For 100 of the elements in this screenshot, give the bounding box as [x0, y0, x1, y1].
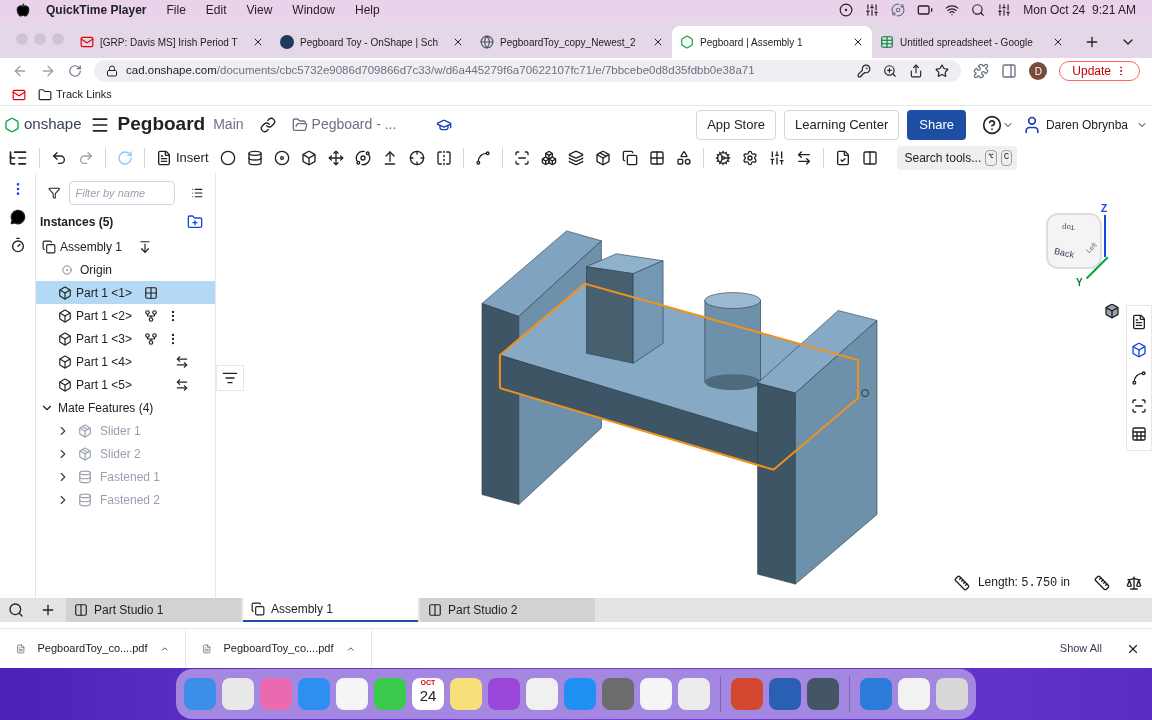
document-tab[interactable]: Part Studio 2: [420, 598, 595, 622]
copy-icon[interactable]: [621, 150, 638, 166]
key-icon[interactable]: [857, 64, 872, 78]
part-studio-icon: [74, 603, 88, 617]
comment-icon[interactable]: [9, 209, 26, 225]
curve-icon[interactable]: [474, 150, 491, 166]
wifi-icon[interactable]: [945, 2, 960, 17]
mates-group-row[interactable]: Mate Features (4): [36, 396, 215, 419]
box-icon[interactable]: [300, 150, 317, 166]
folder-link[interactable]: Pegboard - ...: [291, 114, 397, 135]
instance-row[interactable]: Part 1 <3>: [36, 327, 215, 350]
feature-list-icon[interactable]: [8, 148, 28, 168]
tape-measure-icon[interactable]: [1094, 574, 1110, 591]
app-name[interactable]: QuickTime Player: [46, 0, 147, 19]
header-button[interactable]: App Store: [696, 109, 776, 140]
shapes-icon[interactable]: [675, 150, 692, 166]
assembly-icon: [251, 602, 265, 616]
reload-icon[interactable]: [68, 64, 82, 78]
control-center-icon[interactable]: [997, 2, 1012, 17]
close-icon[interactable]: [1052, 36, 1064, 48]
extension-icon[interactable]: [973, 63, 990, 79]
address-bar[interactable]: cad.onshape.com/documents/cbc5732e9086d709866d7c33/w/d6a445279f6a70622107fc71/e/7bbcebe0d8d35fdbb0e38a71: [94, 60, 962, 82]
side-panel-icon[interactable]: [1001, 63, 1018, 79]
filter-icon[interactable]: [48, 185, 61, 201]
share-icon[interactable]: [909, 64, 924, 78]
sliders-icon[interactable]: [768, 150, 785, 166]
panel-toggle[interactable]: [216, 365, 244, 391]
instance-label: Part 1 <1>: [76, 284, 133, 302]
file-check-icon[interactable]: [834, 150, 851, 166]
clock[interactable]: Mon Oct 24 9:21 AM: [1023, 0, 1136, 19]
browser-tab[interactable]: [GRP: Davis MS] Irish Period T: [72, 26, 272, 58]
new-tab-icon[interactable]: [1084, 34, 1100, 50]
menu-item[interactable]: View: [246, 0, 273, 19]
scale-icon[interactable]: [1126, 574, 1142, 591]
crosshair-icon[interactable]: [408, 150, 425, 166]
flip-icon[interactable]: [435, 150, 452, 166]
arrows-icon[interactable]: [795, 150, 812, 166]
bookmark-star-icon[interactable]: [935, 64, 950, 78]
instance-row[interactable]: Part 1 <5>: [36, 373, 215, 396]
browser-tab[interactable]: Pegboard | Assembly 1: [672, 26, 872, 58]
browser-tab[interactable]: Pegboard Toy - OnShape | Sch: [272, 26, 472, 58]
menu-item[interactable]: Window: [292, 0, 335, 19]
close-icon[interactable]: [852, 36, 864, 48]
new-folder-icon[interactable]: [187, 214, 203, 230]
menu-item[interactable]: Edit: [205, 0, 227, 19]
connection-icon[interactable]: [1131, 370, 1147, 386]
header-button[interactable]: Learning Center: [784, 109, 900, 140]
move-icon[interactable]: [327, 150, 344, 166]
apple-icon[interactable]: [16, 2, 30, 17]
onshape-logo[interactable]: onshape: [4, 113, 82, 136]
mate-label: Slider 1: [100, 422, 141, 440]
browser-tab[interactable]: PegboardToy_copy_Newest_2: [472, 26, 672, 58]
folder-icon: [38, 87, 52, 102]
cube-icon[interactable]: [1104, 303, 1120, 319]
fastened-icon: [175, 354, 189, 369]
menu-item[interactable]: Help: [355, 0, 380, 19]
search-icon[interactable]: [8, 602, 24, 618]
layers-icon[interactable]: [567, 150, 584, 166]
share-button[interactable]: Share: [907, 109, 966, 140]
instance-row[interactable]: Part 1 <1>: [36, 281, 215, 304]
columns-icon[interactable]: [861, 150, 878, 166]
bookmark[interactable]: Track Links: [38, 86, 112, 103]
disc-icon[interactable]: [273, 150, 290, 166]
record-icon[interactable]: [839, 2, 854, 17]
menu-item[interactable]: File: [166, 0, 186, 19]
user-name[interactable]: Daren Obrynba: [1045, 115, 1128, 134]
orbit-icon[interactable]: [354, 150, 371, 166]
help-icon[interactable]: [981, 114, 1002, 135]
browser-tab[interactable]: Untitled spreadsheet - Google: [872, 26, 1072, 58]
stopwatch-icon[interactable]: [9, 237, 26, 253]
close-icon[interactable]: [252, 36, 264, 48]
instance-row[interactable]: Part 1 <4>: [36, 350, 215, 373]
close-icon[interactable]: [652, 36, 664, 48]
instance-row[interactable]: Part 1 <2>: [36, 304, 215, 327]
close-icon[interactable]: [452, 36, 464, 48]
package-icon[interactable]: [594, 150, 611, 166]
search-icon[interactable]: [971, 2, 986, 17]
mate-icon: [144, 331, 159, 346]
scan-icon[interactable]: [513, 150, 530, 166]
instance-row[interactable]: Origin: [36, 258, 215, 281]
undo-icon[interactable]: [51, 150, 67, 166]
zoom-icon[interactable]: [883, 64, 898, 78]
gear-icon[interactable]: [714, 150, 731, 166]
insert-button[interactable]: Insert: [156, 148, 209, 168]
boxes-icon[interactable]: [540, 150, 557, 166]
document-tab[interactable]: Part Studio 1: [66, 598, 241, 622]
document-tab[interactable]: Assembly 1: [243, 598, 418, 622]
grid-icon[interactable]: [648, 150, 665, 166]
insert-icon: [156, 150, 172, 166]
box-icon[interactable]: [1131, 342, 1147, 358]
filter-field[interactable]: Filter by name: [68, 181, 175, 205]
gmail-icon[interactable]: [12, 87, 26, 102]
add-tab-icon[interactable]: [40, 602, 56, 618]
search-tools-field[interactable]: Search tools... ⌥ C: [896, 146, 1017, 170]
link-icon[interactable]: [259, 116, 276, 133]
cylinder-icon[interactable]: [246, 150, 263, 166]
profile-avatar[interactable]: D: [1029, 62, 1048, 80]
instance-row[interactable]: Assembly 1: [36, 235, 215, 258]
show-all-button[interactable]: Show All: [1059, 640, 1102, 657]
circle-icon[interactable]: [219, 150, 236, 166]
